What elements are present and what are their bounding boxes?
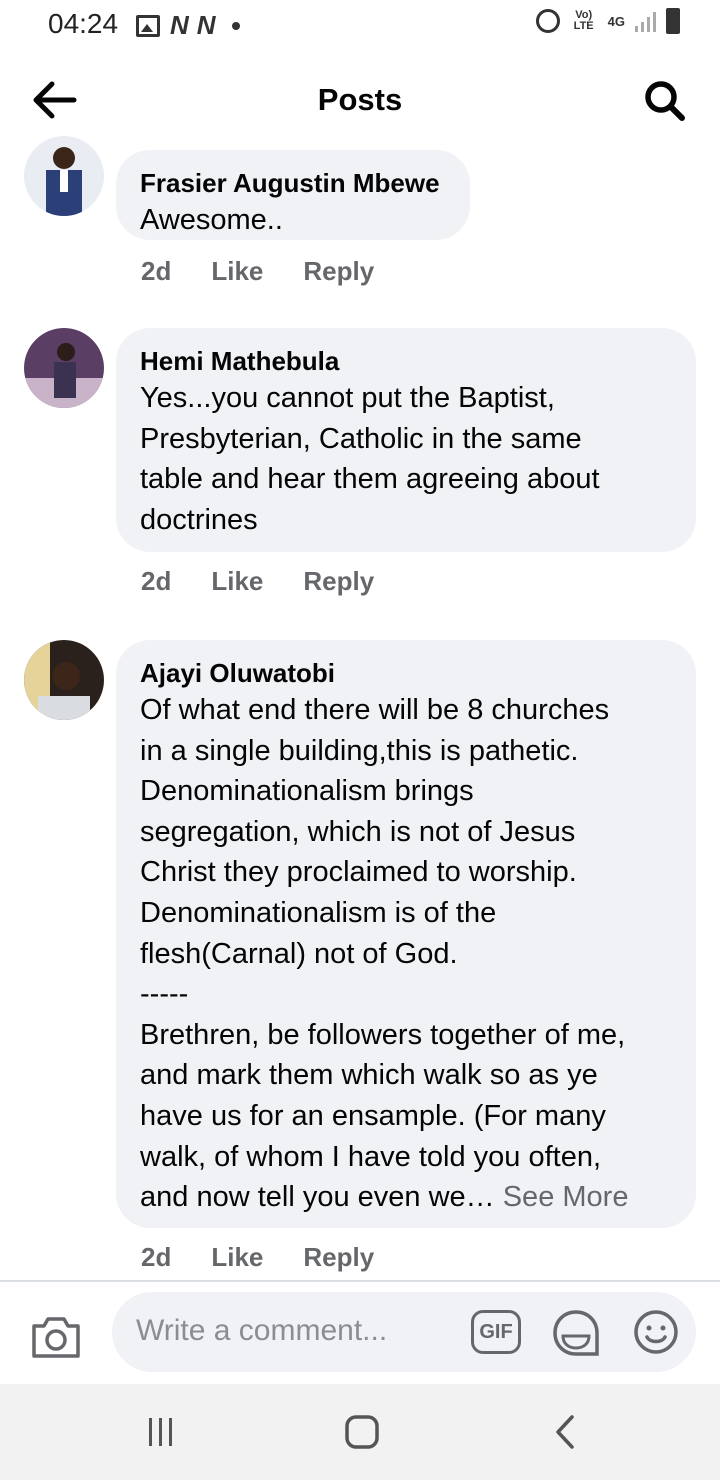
comment-actions: 2d Like Reply — [141, 566, 374, 597]
comment-actions: 2d Like Reply — [141, 256, 374, 287]
comment-input-placeholder[interactable]: Write a comment... — [136, 1314, 387, 1348]
signal-icon — [635, 10, 656, 32]
comment-author[interactable]: Hemi Mathebula — [140, 344, 672, 378]
comment-bubble[interactable]: Ajayi Oluwatobi Of what end there will b… — [116, 640, 696, 1228]
home-button[interactable] — [342, 1412, 382, 1452]
status-time: 04:24 — [48, 8, 119, 39]
page-title: Posts — [317, 82, 403, 117]
gif-icon[interactable]: GIF — [471, 1310, 521, 1354]
alarm-icon — [535, 9, 560, 33]
like-button[interactable]: Like — [211, 566, 263, 597]
camera-button[interactable] — [30, 1312, 82, 1360]
reply-button[interactable]: Reply — [303, 566, 374, 597]
comment-actions: 2d Like Reply — [141, 1242, 374, 1273]
emoji-button[interactable] — [632, 1308, 680, 1356]
avatar-photo — [24, 136, 104, 216]
comment-text: Yes...you cannot put the Baptist, Presby… — [140, 382, 600, 536]
recent-apps-icon — [149, 1418, 172, 1446]
comment-time[interactable]: 2d — [141, 1242, 171, 1273]
avatar[interactable] — [24, 328, 104, 408]
recent-apps-button[interactable] — [141, 1412, 181, 1452]
avatar-photo — [24, 328, 104, 408]
emoji-icon — [634, 1310, 678, 1354]
back-icon — [556, 1415, 574, 1449]
like-button[interactable]: Like — [211, 256, 263, 287]
status-left-icons: N N — [136, 10, 240, 41]
more-notifications-dot-icon — [231, 21, 240, 30]
like-button[interactable]: Like — [211, 1242, 263, 1273]
system-back-button[interactable] — [545, 1412, 585, 1452]
image-icon — [136, 14, 160, 37]
status-bar: 04:24 N N Vo) LTE 4G — [0, 0, 720, 50]
reply-button[interactable]: Reply — [303, 1242, 374, 1273]
volte-icon: Vo) LTE — [573, 9, 594, 32]
comment-text-body: Of what end there will be 8 churches in … — [140, 694, 626, 1214]
avatar[interactable] — [24, 640, 104, 720]
comment-bubble[interactable]: Hemi Mathebula Yes...you cannot put the … — [116, 328, 696, 552]
comment-bubble[interactable]: Frasier Augustin Mbewe Awesome.. — [116, 150, 470, 240]
comment-text: Awesome.. — [140, 204, 283, 236]
camera-icon — [32, 1317, 80, 1358]
notification-n-icon: N — [170, 10, 189, 40]
home-icon — [345, 1415, 379, 1449]
header: Posts — [0, 60, 720, 140]
status-right-icons: Vo) LTE 4G — [535, 8, 680, 34]
sticker-button[interactable] — [551, 1308, 601, 1358]
reply-button[interactable]: Reply — [303, 256, 374, 287]
comment-text: Of what end there will be 8 churches in … — [140, 690, 672, 1218]
sticker-icon — [553, 1310, 599, 1356]
search-button[interactable] — [642, 78, 688, 124]
comment-author[interactable]: Frasier Augustin Mbewe — [140, 166, 446, 200]
comment-composer: Write a comment... GIF — [0, 1282, 720, 1384]
4g-icon: 4G — [607, 13, 625, 29]
notification-n-icon: N — [196, 10, 216, 40]
battery-icon — [666, 8, 680, 34]
search-icon — [645, 81, 685, 121]
system-navigation-bar — [0, 1384, 720, 1480]
comment-time[interactable]: 2d — [141, 566, 171, 597]
avatar-photo — [24, 640, 104, 720]
avatar[interactable] — [24, 136, 104, 216]
comment-author[interactable]: Ajayi Oluwatobi — [140, 656, 672, 690]
comment-time[interactable]: 2d — [141, 256, 171, 287]
see-more-link[interactable]: See More — [503, 1181, 629, 1213]
